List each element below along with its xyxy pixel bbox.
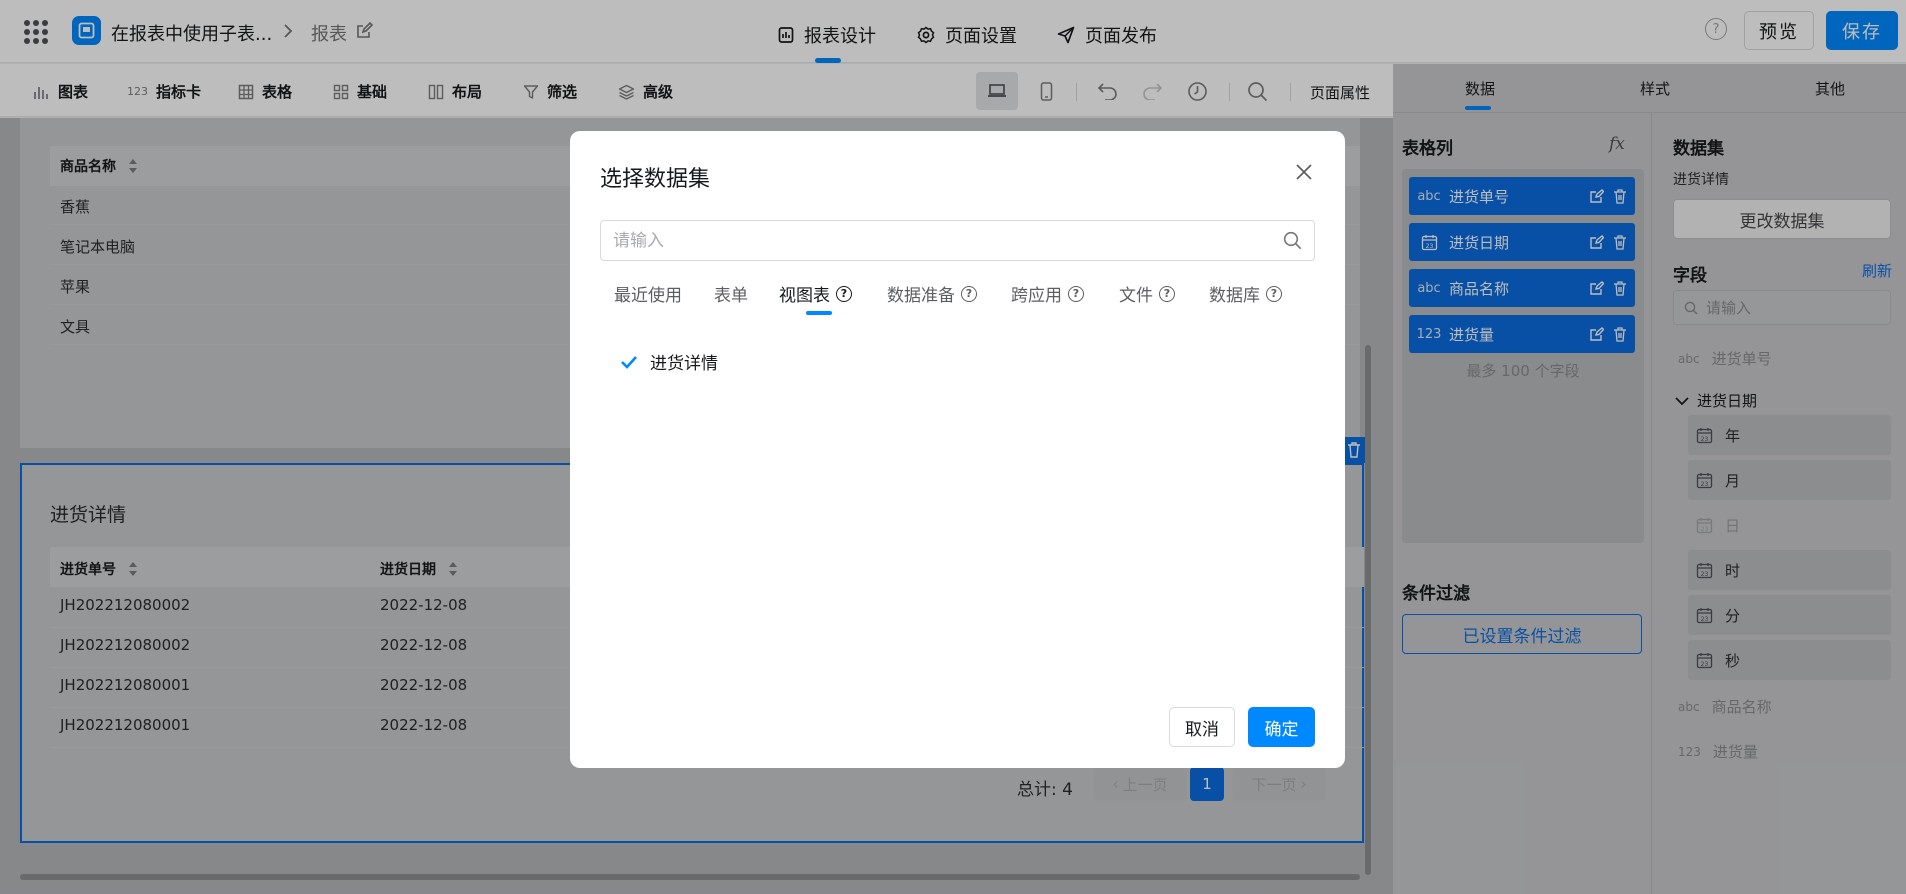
tab-label: 跨应用 bbox=[1011, 286, 1062, 306]
tab-cross-app[interactable]: 跨应用 ? bbox=[1011, 281, 1084, 306]
help-icon[interactable]: ? bbox=[1068, 285, 1084, 302]
tab-database[interactable]: 数据库 ? bbox=[1209, 281, 1282, 306]
tab-view-tables[interactable]: 视图表 ? bbox=[779, 281, 852, 306]
help-icon[interactable]: ? bbox=[1266, 285, 1282, 302]
cancel-button[interactable]: 取消 bbox=[1169, 707, 1235, 747]
help-icon[interactable]: ? bbox=[836, 285, 852, 302]
dataset-list-item[interactable]: 进货详情 bbox=[620, 349, 718, 374]
dialog-title: 选择数据集 bbox=[600, 167, 711, 192]
confirm-button[interactable]: 确定 bbox=[1248, 707, 1315, 747]
dataset-name: 进货详情 bbox=[650, 354, 718, 374]
dataset-search-input[interactable] bbox=[613, 230, 1213, 251]
help-icon[interactable]: ? bbox=[1159, 285, 1175, 302]
tab-label: 表单 bbox=[714, 286, 748, 306]
tab-forms[interactable]: 表单 bbox=[714, 281, 748, 306]
check-icon bbox=[620, 355, 638, 369]
tab-data-prep[interactable]: 数据准备 ? bbox=[887, 281, 977, 306]
tab-label: 最近使用 bbox=[614, 286, 682, 306]
dataset-search-field[interactable] bbox=[600, 220, 1315, 261]
tab-files[interactable]: 文件 ? bbox=[1119, 281, 1175, 306]
tab-label: 文件 bbox=[1119, 286, 1153, 306]
close-icon[interactable] bbox=[1295, 163, 1313, 181]
tab-recent[interactable]: 最近使用 bbox=[614, 281, 682, 306]
help-icon[interactable]: ? bbox=[961, 285, 977, 302]
tab-label: 视图表 bbox=[779, 286, 830, 306]
active-tab-indicator bbox=[806, 311, 832, 315]
select-dataset-dialog: 选择数据集 最近使用 表单 视图表 ? 数据准备 ? 跨应用 ? 文件 ? 数据… bbox=[570, 131, 1345, 768]
tab-label: 数据准备 bbox=[887, 286, 955, 306]
search-icon[interactable] bbox=[1283, 231, 1302, 250]
tab-label: 数据库 bbox=[1209, 286, 1260, 306]
